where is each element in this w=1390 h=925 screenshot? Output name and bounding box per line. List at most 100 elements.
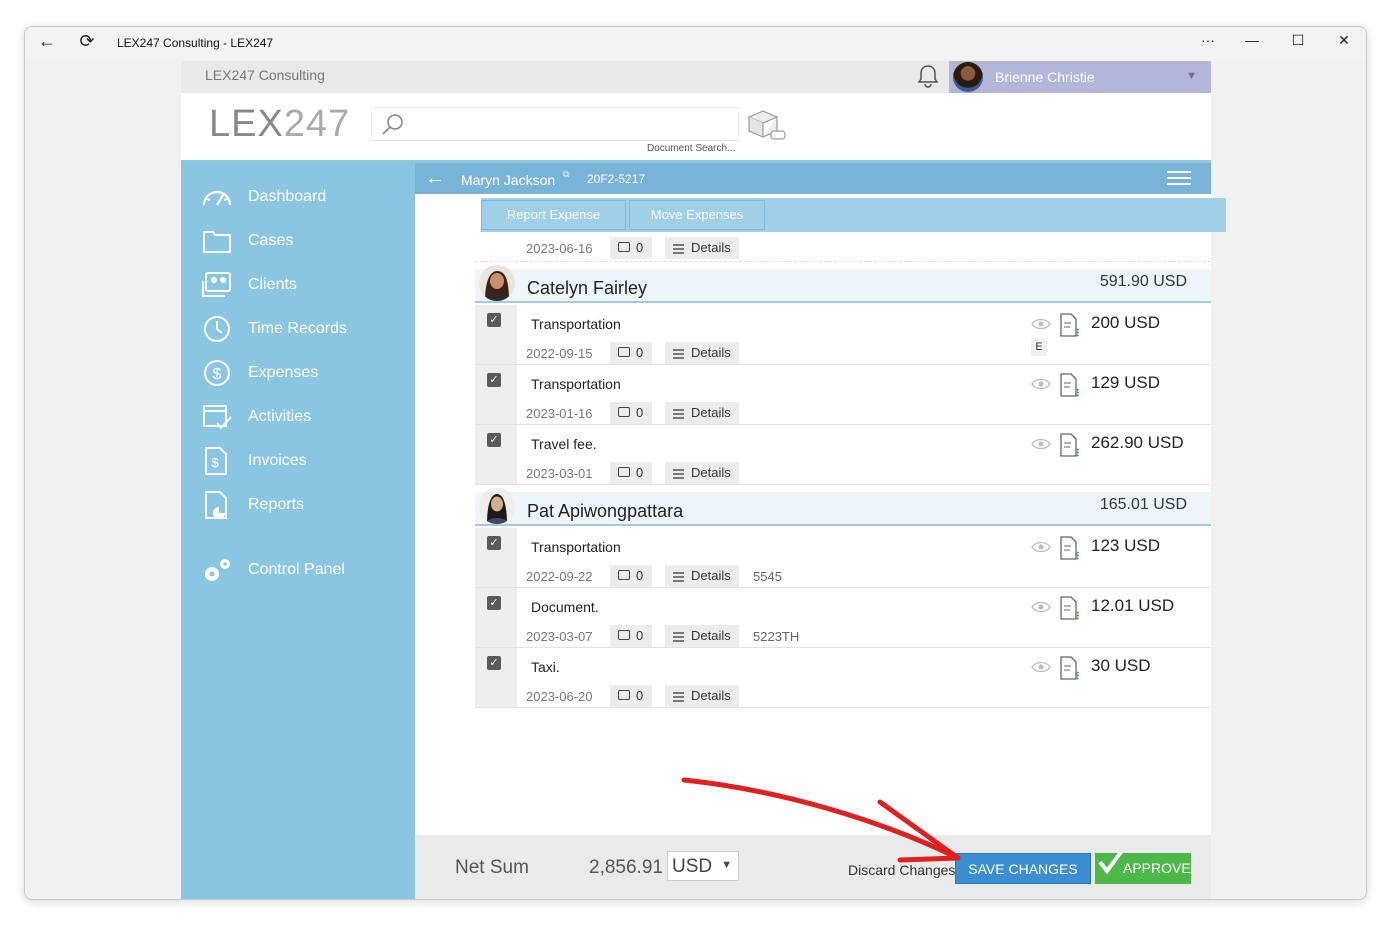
sidebar-item-invoices[interactable]: $ Invoices [181,441,415,481]
receipt-icon[interactable]: $ [1059,433,1079,457]
eye-icon[interactable] [1031,317,1051,331]
row-checkbox[interactable]: ✓ [487,596,501,610]
sidebar-item-label: Invoices [248,452,307,469]
receipt-icon[interactable]: $ [1059,656,1079,680]
approve-button[interactable]: APPROVE [1095,850,1191,884]
app-window: ← ⟳ LEX247 Consulting - LEX247 ··· — ☐ ✕… [24,26,1367,900]
net-sum-value: 2,856.91 [589,857,663,878]
details-button[interactable]: Details [665,462,739,484]
logo: LEX247 [209,103,351,145]
sidebar-item-label: Cases [248,232,294,249]
eye-icon[interactable] [1031,660,1051,674]
minimize-button[interactable]: — [1237,32,1267,48]
expense-description: Transportation [531,539,621,555]
maximize-button[interactable]: ☐ [1283,32,1313,49]
main-content: ← Maryn Jackson ⧉ 20F2-5217 Report Expen… [415,163,1226,899]
list-icon [673,572,684,582]
comments-button[interactable]: 0 [610,565,652,587]
list-icon [673,409,684,419]
comments-button[interactable]: 0 [610,462,652,484]
menu-icon[interactable] [1167,171,1191,187]
expense-row[interactable]: ✓ Taxi. 2023-06-20 0 Details $ 30 USD [475,648,1211,708]
expense-row[interactable]: ✓ Transportation 2023-01-16 0 Details $ … [475,365,1211,425]
sidebar-item-cases[interactable]: Cases [181,221,415,261]
user-menu[interactable]: Brienne Christie ▼ [949,61,1211,93]
sidebar-item-label: Dashboard [248,188,327,205]
expense-row[interactable]: ✓ Transportation 2022-09-22 0 Details 55… [475,528,1211,588]
expense-amount: 30 USD [1091,656,1151,675]
receipt-icon[interactable]: $ [1059,373,1079,397]
sidebar-item-reports[interactable]: Reports [181,485,415,525]
row-checkbox[interactable]: ✓ [487,536,501,550]
row-checkbox[interactable]: ✓ [487,656,501,670]
expense-amount: 129 USD [1091,373,1160,392]
comments-button[interactable]: 0 [610,685,652,707]
comments-button[interactable]: 0 [610,402,652,424]
footer-bar: Net Sum 2,856.91 USD ▼ Discard Changes S… [415,835,1211,899]
sidebar: Dashboard Cases Clients Time Records $ E… [181,163,415,899]
list-icon [673,632,684,642]
top-bar: LEX247 Consulting Brienne Christie ▼ [181,61,1211,93]
list-icon [673,244,684,254]
receipt-icon[interactable]: $ [1059,536,1079,560]
svg-text:$: $ [1075,328,1079,337]
back-arrow-icon[interactable]: ← [425,167,445,190]
details-button[interactable]: Details [665,685,739,707]
sidebar-item-time-records[interactable]: Time Records [181,309,415,349]
refresh-icon[interactable]: ⟳ [75,31,99,52]
eye-icon[interactable] [1031,377,1051,391]
eye-icon[interactable] [1031,540,1051,554]
close-button[interactable]: ✕ [1329,32,1359,49]
expense-date: 2022-09-22 [526,569,593,584]
case-name[interactable]: Maryn Jackson [461,172,555,188]
sidebar-item-control-panel[interactable]: Control Panel [181,550,415,590]
currency-select[interactable]: USD ▼ [667,851,739,881]
group-sum: 165.01 USD [1099,496,1187,513]
search-input[interactable] [371,107,739,141]
receipt-icon[interactable]: $ [1059,596,1079,620]
receipt-icon[interactable]: $ [1059,313,1079,337]
sidebar-item-activities[interactable]: Activities [181,397,415,437]
calendar-icon [203,405,232,430]
firm-name: LEX247 Consulting [205,67,325,83]
move-expenses-button[interactable]: Move Expenses [629,200,765,230]
comments-button[interactable]: 0 [610,625,652,647]
sidebar-item-dashboard[interactable]: Dashboard [181,177,415,217]
expense-row[interactable]: ✓ Travel fee. 2023-03-01 0 Details $ 262… [475,425,1211,485]
avatar [479,265,515,301]
save-changes-button[interactable]: SAVE CHANGES [955,853,1091,884]
reports-icon [205,491,227,519]
expense-row[interactable]: ✓ Document. 2023-03-07 0 Details 5223TH … [475,588,1211,648]
avatar [953,62,983,92]
eye-icon[interactable] [1031,437,1051,451]
row-checkbox[interactable]: ✓ [487,313,501,327]
comment-icon [618,690,630,700]
bell-icon[interactable] [915,63,941,89]
sidebar-item-clients[interactable]: Clients [181,265,415,305]
clients-icon [202,272,231,297]
row-checkbox[interactable]: ✓ [487,433,501,447]
discard-changes-button[interactable]: Discard Changes [848,862,955,878]
sidebar-item-expenses[interactable]: $ Expenses [181,353,415,393]
archive-box-icon[interactable] [743,107,787,143]
comments-button[interactable]: 0 [610,237,652,259]
external-link-icon[interactable]: ⧉ [563,169,569,180]
svg-text:$: $ [1075,671,1079,680]
eye-icon[interactable] [1031,600,1051,614]
expense-description: Transportation [531,316,621,332]
back-arrow-icon[interactable]: ← [35,31,59,52]
details-button[interactable]: Details [665,237,739,259]
report-expense-button[interactable]: Report Expense [481,200,626,230]
svg-text:$: $ [213,366,222,383]
list-item: 2023-06-16 0 Details [475,232,1211,262]
expense-row[interactable]: ✓ Transportation 2022-09-15 0 Details $ … [475,305,1211,365]
details-button[interactable]: Details [665,402,739,424]
details-button[interactable]: Details [665,565,739,587]
comments-button[interactable]: 0 [610,342,652,364]
details-button[interactable]: Details [665,342,739,364]
details-button[interactable]: Details [665,625,739,647]
expense-description: Taxi. [531,659,560,675]
expense-description: Transportation [531,376,621,392]
row-checkbox[interactable]: ✓ [487,373,501,387]
more-options-icon[interactable]: ··· [1193,32,1223,48]
